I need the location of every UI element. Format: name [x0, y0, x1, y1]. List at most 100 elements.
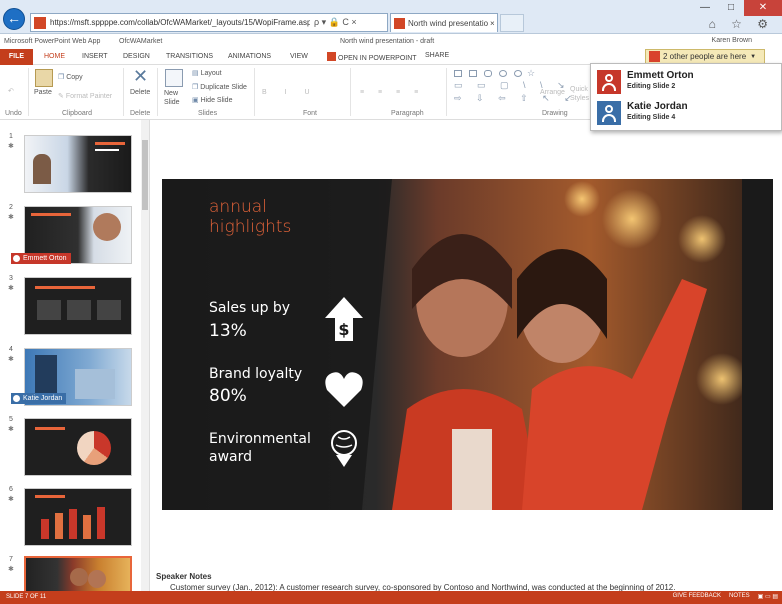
layout-button[interactable]: ▤ Layout — [192, 69, 222, 77]
presence-badge-label: 2 other people are here — [663, 52, 747, 61]
thumb-number: 3 — [9, 275, 13, 282]
address-controls[interactable]: ρ ▾ 🔒 C × — [314, 17, 357, 28]
paste-icon[interactable] — [35, 69, 53, 87]
slide-heading[interactable]: annual highlights — [209, 197, 349, 237]
editor-tag-label: Katie Jordan — [23, 395, 63, 402]
tab-home[interactable]: HOME — [44, 53, 65, 60]
format-painter-label: Format Painter — [65, 93, 113, 100]
hide-slide-icon: ▣ — [192, 97, 201, 104]
share-button[interactable]: SHARE — [425, 52, 449, 59]
thumb-number: 7 — [9, 556, 13, 563]
font-group-label: Font — [303, 110, 318, 117]
status-bar: SLIDE 7 OF 11 GIVE FEEDBACK NOTES ▣ ▭ ▤ — [0, 591, 782, 604]
app-name[interactable]: Microsoft PowerPoint Web App — [4, 38, 100, 45]
thumbnail-scrollbar[interactable] — [141, 120, 149, 591]
delete-group-label: Delete — [130, 110, 151, 117]
rounded-rectangle-shape-icon[interactable] — [484, 70, 492, 77]
avatar — [597, 70, 621, 94]
slide-stat-value[interactable]: 80% — [209, 386, 247, 406]
slide-stat-value[interactable]: 13% — [209, 321, 247, 341]
presence-item-katie[interactable]: Katie Jordan Editing Slide 4 — [597, 100, 777, 126]
oval-shape-icon[interactable] — [514, 70, 522, 77]
rectangle-shape-icon[interactable] — [454, 70, 462, 77]
delete-button[interactable]: Delete — [130, 89, 150, 96]
thumb-number: 2 — [9, 204, 13, 211]
thumb-number: 5 — [9, 416, 13, 423]
slide-thumbnail[interactable] — [24, 418, 132, 476]
editor-tag-label: Emmett Orton — [23, 255, 67, 262]
hide-slide-button[interactable]: ▣ Hide Slide — [192, 96, 232, 104]
tab-design[interactable]: DESIGN — [123, 53, 150, 60]
tab-close-icon[interactable]: × — [490, 19, 495, 28]
back-button[interactable]: ← — [3, 8, 25, 30]
paragraph-format-buttons[interactable]: ≡ ≡ ≡ ≡ — [360, 89, 424, 96]
presence-badge[interactable]: 2 other people are here ▼ — [645, 49, 765, 64]
copy-button[interactable]: ❐ Copy — [58, 73, 83, 81]
format-painter-icon: ✎ — [58, 93, 66, 100]
speaker-notes-title: Speaker Notes — [156, 572, 212, 581]
document-title: North wind presentation - draft — [340, 38, 435, 45]
presence-item-emmett[interactable]: Emmett Orton Editing Slide 2 — [597, 69, 777, 95]
new-slide-button[interactable]: New Slide — [164, 89, 180, 107]
browser-toolbar-icons[interactable]: ⌂ ☆ ⚙ — [709, 17, 774, 31]
thumb-number: 4 — [9, 346, 13, 353]
notes-toggle[interactable]: NOTES — [729, 593, 750, 600]
open-in-powerpoint-button[interactable]: OPEN IN POWERPOINT — [327, 52, 417, 62]
slide-thumbnail[interactable] — [24, 488, 132, 546]
slide-count: SLIDE 7 OF 11 — [6, 594, 47, 600]
thumb-star-icon: ✱ — [8, 214, 14, 221]
slide-thumbnail[interactable] — [24, 135, 132, 193]
duplicate-slide-button[interactable]: ❐ Duplicate Slide — [192, 83, 247, 91]
tab-favicon-icon — [394, 17, 405, 29]
slide-stat-label[interactable]: Environmental award — [209, 430, 329, 466]
tab-title: North wind presentation -... — [408, 18, 488, 28]
tab-animations[interactable]: ANIMATIONS — [228, 53, 271, 60]
quick-styles-button[interactable]: Quick Styles — [570, 85, 589, 103]
duplicate-slide-label: Duplicate Slide — [200, 84, 247, 91]
clipboard-group-label: Clipboard — [62, 110, 92, 117]
star-shape-icon[interactable]: ☆ — [527, 68, 535, 79]
slide-stat-label[interactable]: Sales up by — [209, 300, 290, 316]
rectangle-shape-icon[interactable] — [469, 70, 477, 77]
new-tab-button[interactable] — [500, 14, 524, 32]
copy-label: Copy — [66, 74, 83, 81]
slide-canvas[interactable]: $ annual highlights Sales up by 13% Bran… — [162, 179, 773, 510]
site-link[interactable]: OfcWAMarket — [119, 38, 162, 45]
arrange-button[interactable]: Arrange — [540, 89, 565, 96]
open-in-powerpoint-label: OPEN IN POWERPOINT — [338, 55, 417, 62]
browser-toolbar: ← https://msft.sppppe.com/collab/OfcWAMa… — [0, 0, 782, 34]
separator — [123, 68, 124, 116]
format-painter-button[interactable]: ✎ Format Painter — [58, 92, 112, 100]
browser-tab[interactable]: North wind presentation -... × — [390, 13, 498, 32]
close-window-button[interactable]: ✕ — [744, 0, 782, 16]
paste-button[interactable]: Paste — [34, 89, 52, 96]
slide-thumbnail-selected[interactable] — [24, 556, 132, 591]
powerpoint-icon — [327, 52, 336, 61]
slide-stat-label[interactable]: Brand loyalty — [209, 366, 302, 382]
hide-slide-label: Hide Slide — [200, 97, 233, 104]
separator — [254, 68, 255, 116]
minimize-button[interactable]: — — [692, 0, 718, 16]
copy-icon: ❐ — [58, 74, 67, 81]
tab-file[interactable]: FILE — [0, 49, 33, 65]
font-format-buttons[interactable]: B I U — [262, 89, 318, 96]
tab-view[interactable]: VIEW — [290, 53, 308, 60]
tab-transitions[interactable]: TRANSITIONS — [166, 53, 213, 60]
give-feedback-link[interactable]: GIVE FEEDBACK — [673, 593, 721, 600]
delete-icon[interactable]: ✕ — [133, 66, 148, 87]
maximize-button[interactable]: □ — [718, 0, 744, 16]
view-switcher-icons[interactable]: ▣ ▭ ▤ — [758, 593, 778, 600]
thumb-number: 6 — [9, 486, 13, 493]
slide-thumbnail[interactable] — [24, 277, 132, 335]
undo-icon[interactable]: ↶ — [8, 87, 14, 95]
new-slide-icon[interactable] — [165, 69, 183, 87]
url-text[interactable]: https://msft.sppppe.com/collab/OfcWAMark… — [50, 18, 310, 27]
undo-group-label: Undo — [5, 110, 22, 117]
speaker-notes[interactable]: Speaker Notes Customer survey (Jan., 201… — [150, 570, 782, 592]
user-name[interactable]: Karen Brown — [712, 37, 752, 44]
presence-name: Emmett Orton — [627, 70, 694, 81]
separator — [350, 68, 351, 116]
oval-shape-icon[interactable] — [499, 70, 507, 77]
tab-insert[interactable]: INSERT — [82, 53, 108, 60]
address-bar[interactable]: https://msft.sppppe.com/collab/OfcWAMark… — [30, 13, 388, 32]
